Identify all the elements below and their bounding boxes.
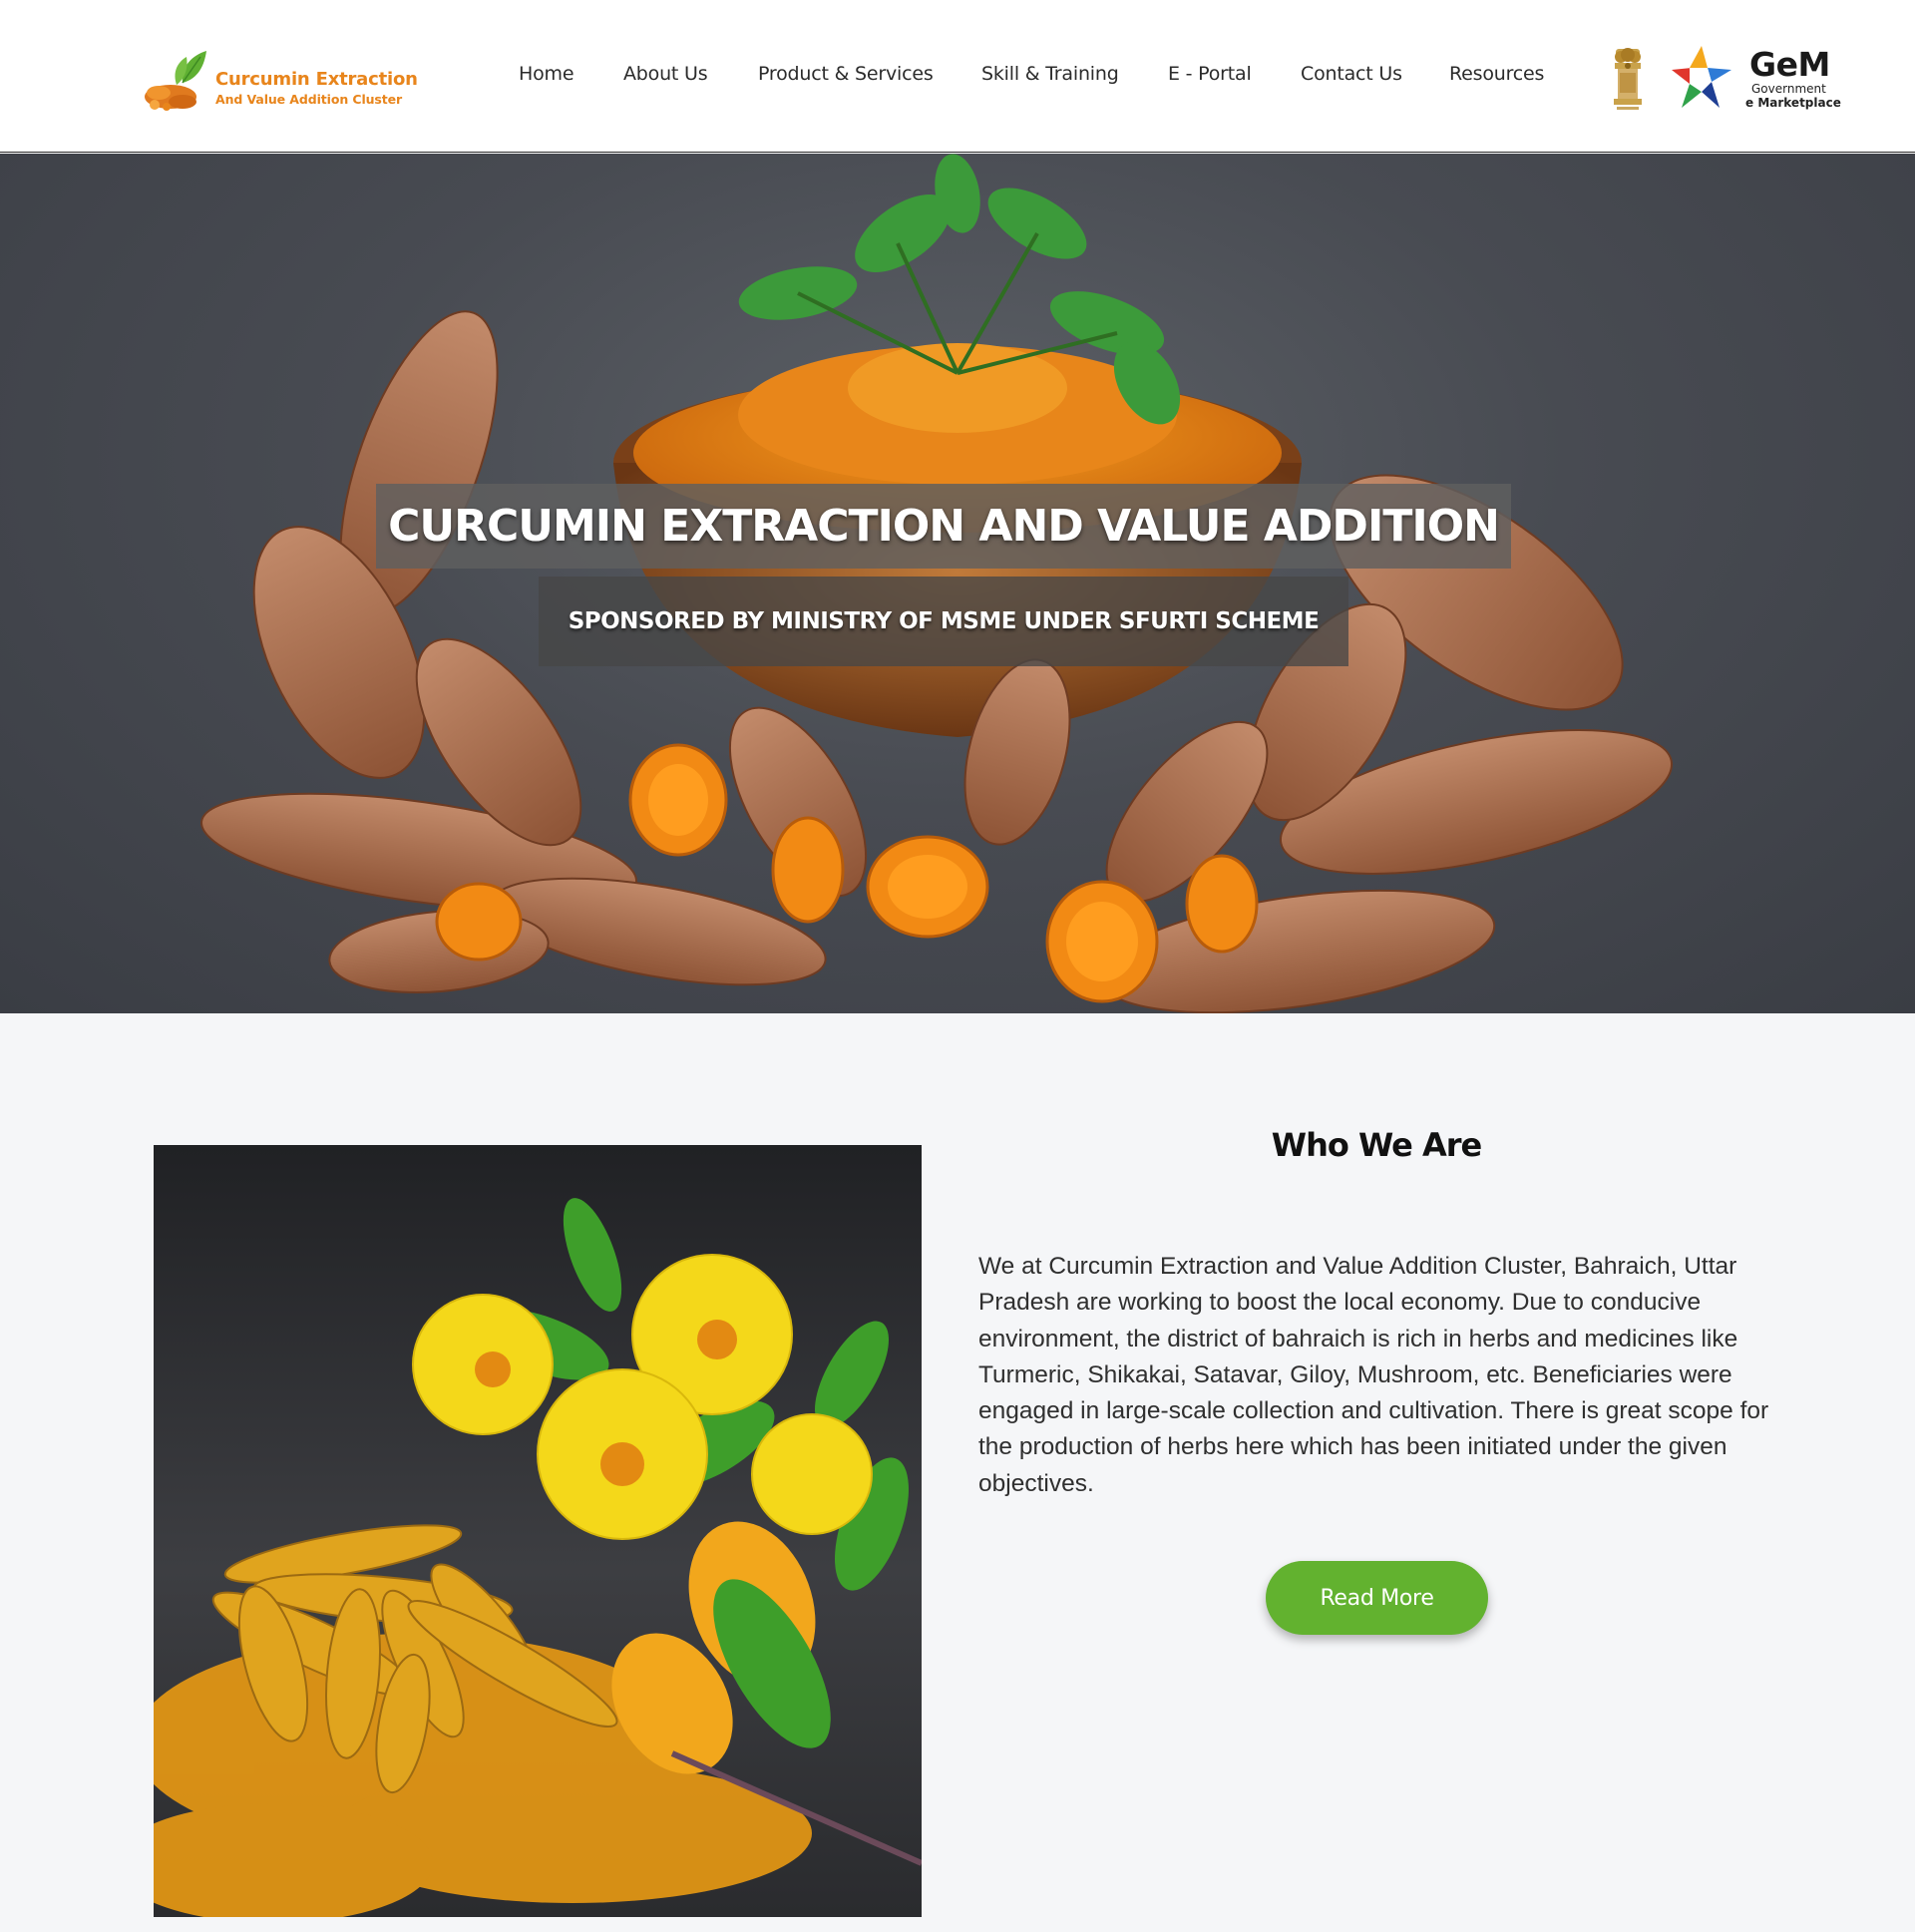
who-we-are-section: Who We Are We at Curcumin Extraction and… <box>0 1013 1915 1932</box>
logo-title: Curcumin Extraction <box>215 69 418 90</box>
read-more-button[interactable]: Read More <box>1266 1561 1488 1635</box>
site-logo[interactable]: Curcumin Extraction And Value Addition C… <box>143 47 418 113</box>
nav-about-us[interactable]: About Us <box>623 63 708 85</box>
nav-contact-us[interactable]: Contact Us <box>1301 63 1402 85</box>
national-emblem-icon[interactable] <box>1607 45 1649 113</box>
site-header: Curcumin Extraction And Value Addition C… <box>0 0 1915 153</box>
dried-turmeric-flowers-illustration <box>154 1145 922 1917</box>
hero-banner: CURCUMIN EXTRACTION AND VALUE ADDITION S… <box>0 154 1915 1013</box>
nav-e-portal[interactable]: E - Portal <box>1168 63 1252 85</box>
turmeric-leaf-logo-icon <box>145 51 206 111</box>
gem-subtitle-line2: e Marketplace <box>1745 96 1841 110</box>
about-turmeric-image <box>154 1145 922 1917</box>
hero-title-box: CURCUMIN EXTRACTION AND VALUE ADDITION <box>376 484 1511 569</box>
logo-subtitle: And Value Addition Cluster <box>215 92 403 107</box>
nav-resources[interactable]: Resources <box>1449 63 1544 85</box>
nav-skill-training[interactable]: Skill & Training <box>981 63 1119 85</box>
gem-subtitle-line1: Government <box>1751 82 1826 96</box>
gem-logo[interactable]: GeM Government e Marketplace <box>1672 44 1841 114</box>
about-description: We at Curcumin Extraction and Value Addi… <box>978 1253 1769 1497</box>
hero-subtitle: SPONSORED BY MINISTRY OF MSME UNDER SFUR… <box>568 608 1320 634</box>
gem-star-icon <box>1672 46 1731 108</box>
section-heading: Who We Are <box>1271 1126 1482 1164</box>
hero-title: CURCUMIN EXTRACTION AND VALUE ADDITION <box>388 501 1500 552</box>
hero-subtitle-box: SPONSORED BY MINISTRY OF MSME UNDER SFUR… <box>539 577 1348 666</box>
nav-product-services[interactable]: Product & Services <box>758 63 934 85</box>
gem-title: GeM <box>1749 45 1830 84</box>
nav-home[interactable]: Home <box>519 63 574 85</box>
